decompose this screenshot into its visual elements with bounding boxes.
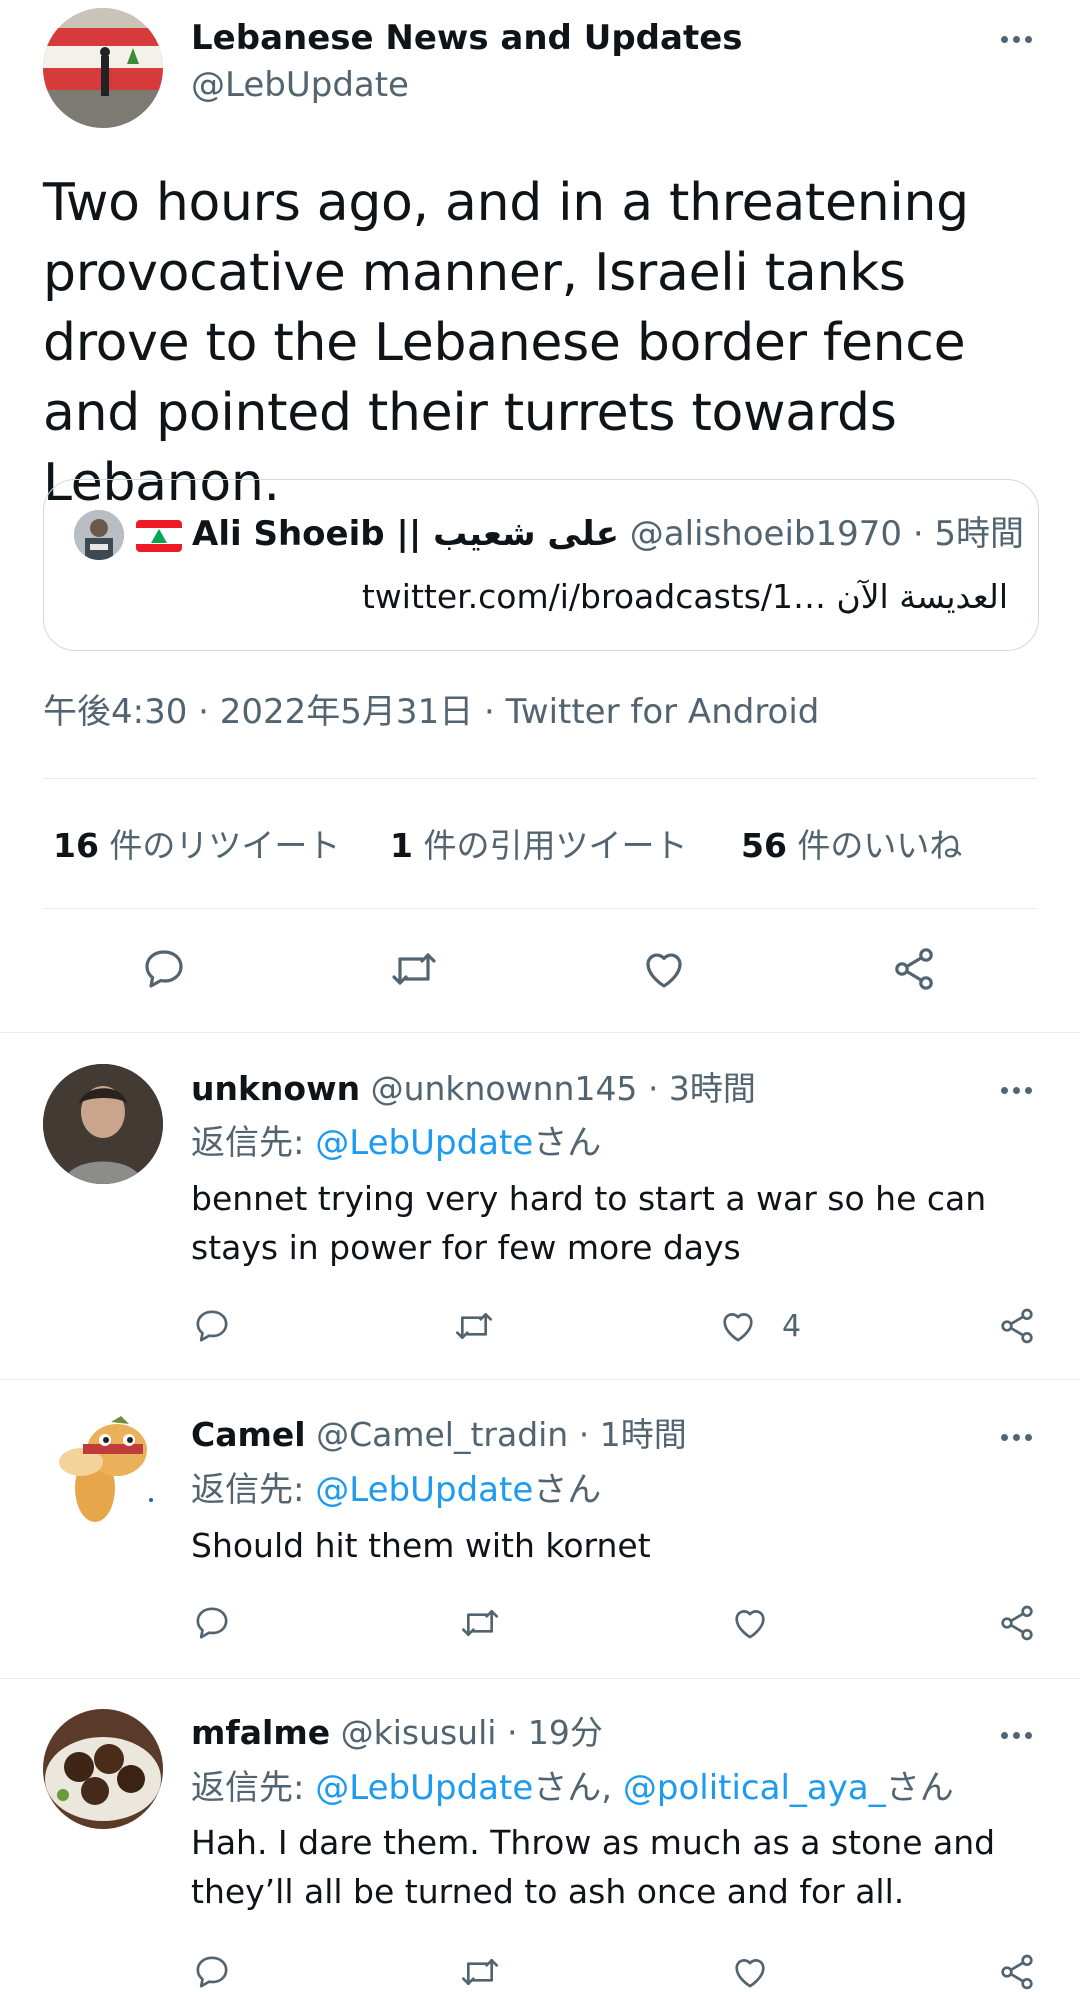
more-icon[interactable] [996,1430,1036,1444]
replying-to: 返信先: @LebUpdateさん [191,1468,601,1512]
reply-icon[interactable] [192,1306,232,1346]
share-icon[interactable] [997,1306,1037,1346]
reply-avatar[interactable] [43,1410,163,1530]
divider [0,1678,1080,1679]
reply-text: Should hit them with kornet [191,1526,651,1565]
replying-to: 返信先: @LebUpdateさん [191,1121,601,1165]
reply-avatar[interactable] [43,1709,163,1829]
likes-label: 件のいいね [786,826,963,865]
replying-to-label: 返信先: [191,1768,316,1808]
replying-to-label: 返信先: [191,1470,316,1510]
replying-to-label: 返信先: [191,1123,316,1163]
like-icon[interactable] [730,1603,770,1643]
author-handle[interactable]: @LebUpdate [191,64,409,106]
replying-to: 返信先: @LebUpdateさん, @political_aya_さん [191,1766,954,1810]
mention-link[interactable]: @political_aya_ [623,1768,886,1808]
retweet-icon[interactable] [458,1603,502,1643]
reply-icon[interactable] [140,945,188,993]
divider [43,778,1037,779]
more-icon[interactable] [996,32,1036,46]
like-icon[interactable] [640,945,688,993]
share-icon[interactable] [997,1603,1037,1643]
author-avatar[interactable] [43,8,163,128]
mention-link[interactable]: @LebUpdate [315,1123,533,1163]
retweets-count: 16 [53,826,99,865]
more-icon[interactable] [996,1083,1036,1097]
like-count: 4 [782,1309,802,1344]
reply-icon[interactable] [192,1952,232,1992]
tweet-meta[interactable]: 午後4:30 · 2022年5月31日 · Twitter for Androi… [43,690,819,734]
reply-time: · 1時間 [578,1415,687,1454]
like-icon[interactable] [718,1306,758,1346]
like-icon[interactable] [730,1952,770,1992]
quote-handle[interactable]: @alishoeib1970 [630,514,902,554]
quote-time: · 5時間 [912,514,1025,554]
reply-display-name[interactable]: Camel [191,1415,306,1454]
author-display-name[interactable]: Lebanese News and Updates [191,17,743,59]
quoted-tweet-card[interactable]: Ali Shoeib || علی شعیب @alishoeib1970 · … [43,479,1039,651]
reply-display-name[interactable]: unknown [191,1069,360,1108]
share-icon[interactable] [997,1952,1037,1992]
share-icon[interactable] [890,945,938,993]
retweet-icon[interactable] [452,1306,496,1346]
reply-text: bennet trying very hard to start a war s… [191,1179,987,1267]
quote-display-name[interactable]: Ali Shoeib || علی شعیب [192,514,619,554]
retweet-icon[interactable] [458,1952,502,1992]
reply-display-name[interactable]: mfalme [191,1713,330,1752]
quote-author-avatar [74,510,124,560]
mention-suffix: さん [533,1470,602,1510]
quote-text[interactable]: twitter.com/i/broadcasts/1… العديسة الآن [362,575,1008,619]
quotes-count: 1 [390,826,413,865]
reply-avatar[interactable] [43,1064,163,1184]
retweets-stat[interactable]: 16 件のリツイート [53,824,340,868]
divider [0,1032,1080,1033]
mention-suffix: さん, [533,1768,623,1808]
reply-handle[interactable]: @kisusuli [341,1713,497,1752]
reply-handle[interactable]: @unknownn145 [371,1069,638,1108]
retweets-label: 件のリツイート [98,826,341,865]
likes-stat[interactable]: 56 件のいいね [741,824,962,868]
reply-time: · 3時間 [647,1069,756,1108]
mention-suffix: さん [885,1768,954,1808]
mention-suffix: さん [533,1123,602,1163]
divider [43,908,1037,909]
quotes-stat[interactable]: 1 件の引用ツイート [390,824,687,868]
retweet-icon[interactable] [388,945,440,993]
tweet-text: Two hours ago, and in a threatening prov… [43,173,969,513]
divider [0,1379,1080,1380]
likes-count: 56 [741,826,787,865]
reply-time: · 19分 [506,1713,603,1752]
mention-link[interactable]: @LebUpdate [315,1470,533,1510]
more-icon[interactable] [996,1728,1036,1742]
reply-handle[interactable]: @Camel_tradin [316,1415,568,1454]
mention-link[interactable]: @LebUpdate [315,1768,533,1808]
quotes-label: 件の引用ツイート [412,826,688,865]
reply-text: Hah. I dare them. Throw as much as a sto… [191,1823,996,1911]
reply-icon[interactable] [192,1603,232,1643]
lebanon-flag-icon [136,520,182,552]
